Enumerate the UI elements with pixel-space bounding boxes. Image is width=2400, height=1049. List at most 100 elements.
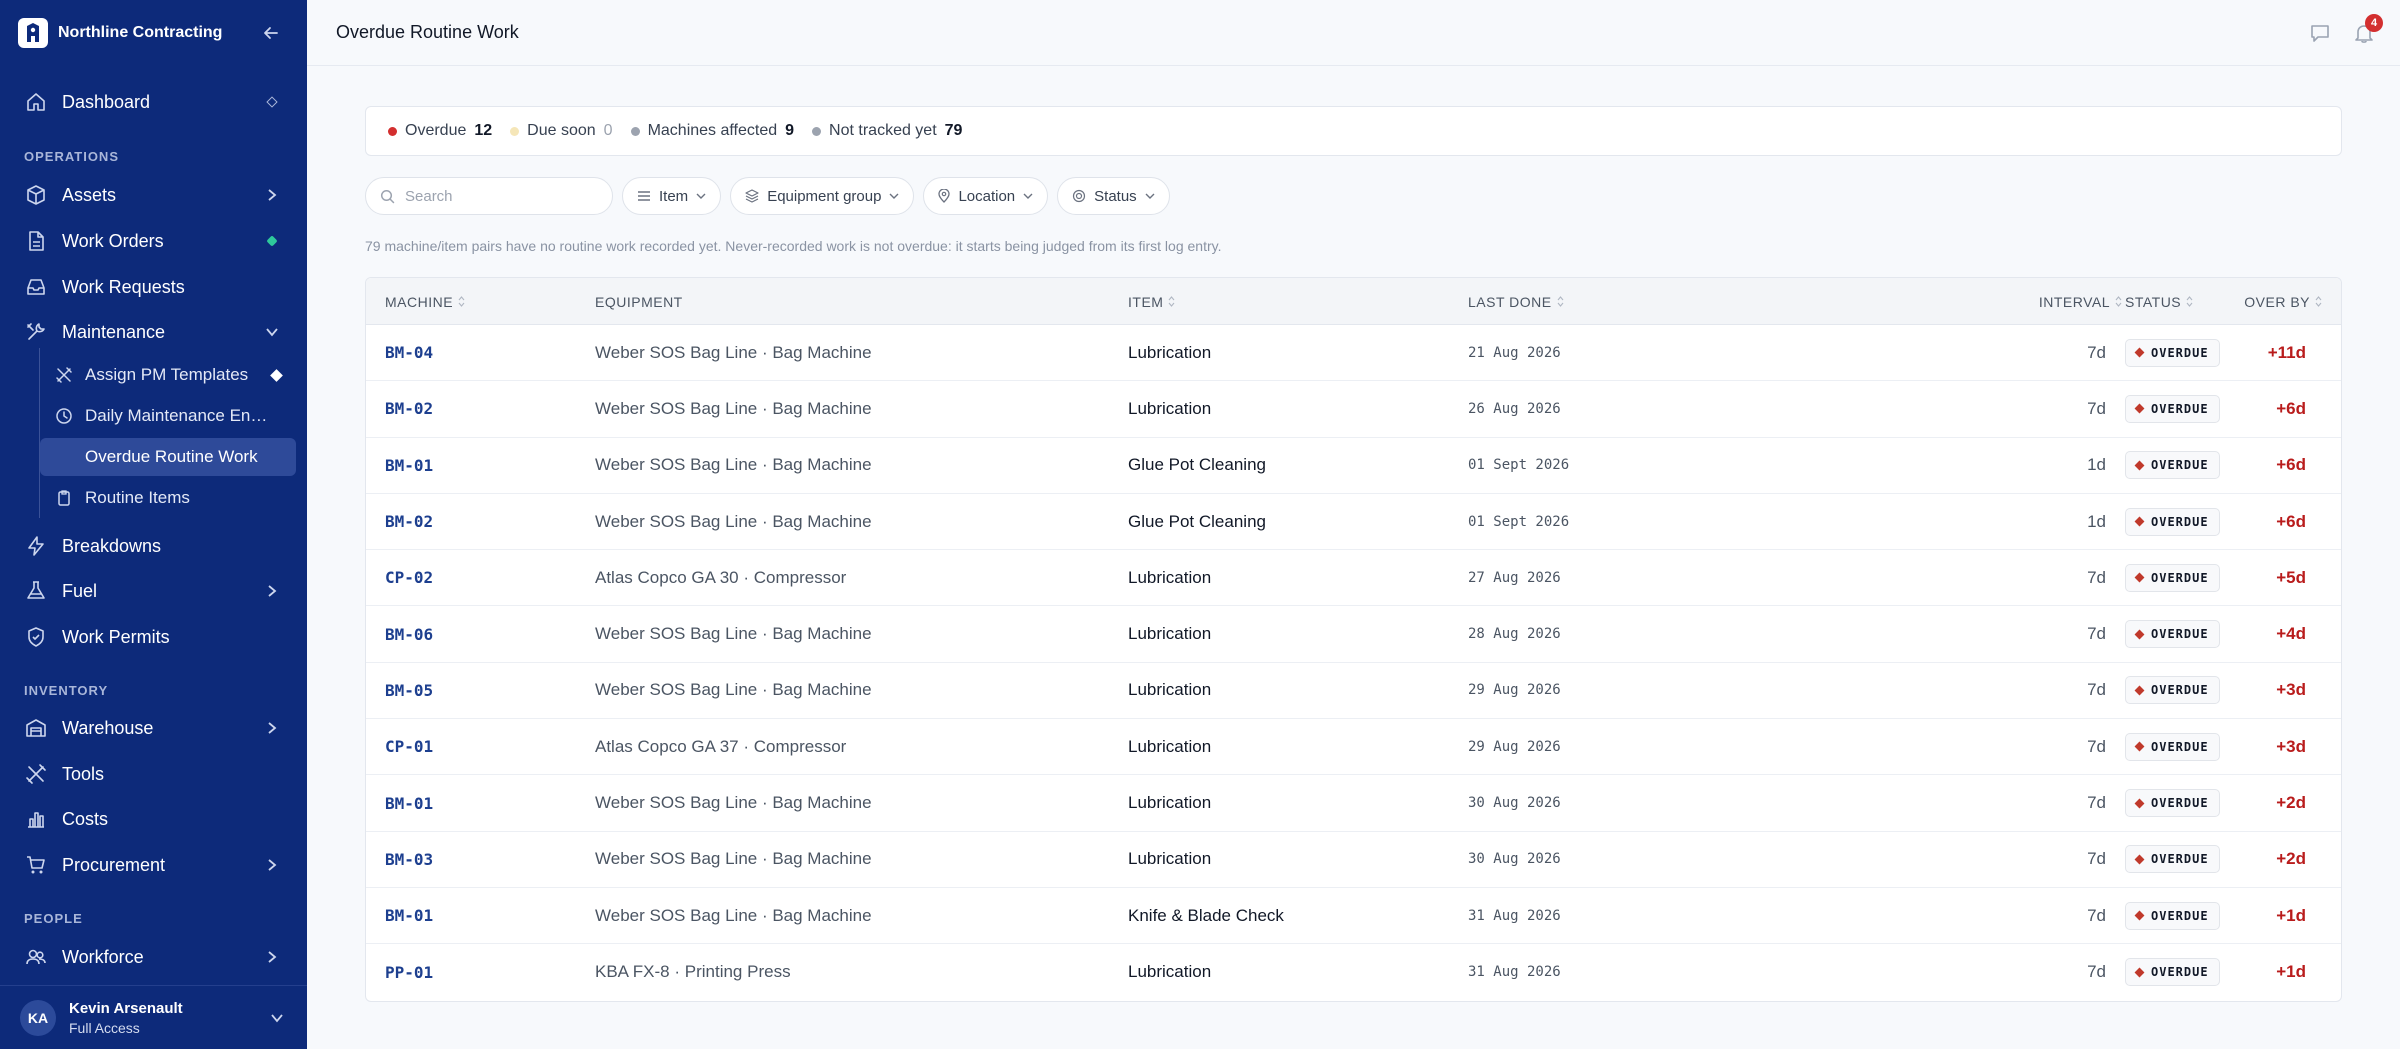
table-row[interactable]: BM-01 Weber SOS Bag Line · Bag Machine L… bbox=[366, 775, 2341, 832]
messages-button[interactable] bbox=[2307, 20, 2333, 46]
sidebar-subitem-daily-maintenance-entries[interactable]: Daily Maintenance Entries bbox=[40, 397, 296, 435]
sidebar-item-tools[interactable]: Tools bbox=[0, 754, 307, 794]
cell-machine[interactable]: CP-01 bbox=[385, 719, 433, 774]
sidebar-item-dashboard[interactable]: Dashboard bbox=[0, 82, 307, 122]
column-header-machine[interactable]: MACHINE bbox=[385, 278, 465, 325]
sidebar-item-fuel[interactable]: Fuel bbox=[0, 571, 307, 611]
table-row[interactable]: BM-05 Weber SOS Bag Line · Bag Machine L… bbox=[366, 663, 2341, 720]
sidebar-item-label: Costs bbox=[62, 808, 109, 829]
sidebar-subitem-assign-pm-templates[interactable]: Assign PM Templates bbox=[40, 356, 296, 394]
filter-item-dropdown[interactable]: Item bbox=[622, 177, 722, 215]
brand[interactable]: Northline Contracting bbox=[18, 16, 222, 50]
cell-item: Lubrication bbox=[1128, 624, 1212, 644]
cell-item: Lubrication bbox=[1128, 567, 1212, 587]
cell-status: OVERDUE bbox=[2125, 832, 2220, 887]
collapse-sidebar-button[interactable] bbox=[258, 20, 284, 46]
sidebar: Northline Contracting Dashboard OPERATIO… bbox=[0, 0, 307, 1049]
status-badge: OVERDUE bbox=[2125, 394, 2220, 423]
sidebar-item-work-permits[interactable]: Work Permits bbox=[0, 617, 307, 657]
cell-machine[interactable]: PP-01 bbox=[385, 944, 433, 1000]
column-header-last-done[interactable]: LAST DONE bbox=[1468, 278, 1564, 325]
sidebar-item-workforce[interactable]: Workforce bbox=[0, 937, 307, 977]
filter-label: Item bbox=[659, 187, 689, 205]
cube-icon bbox=[24, 183, 48, 207]
sidebar-item-label: Work Requests bbox=[62, 276, 185, 297]
summary-overdue: Overdue 12 bbox=[388, 122, 492, 140]
cell-interval: 7d bbox=[2087, 567, 2106, 587]
table-row[interactable]: BM-01 Weber SOS Bag Line · Bag Machine G… bbox=[366, 438, 2341, 494]
table-row[interactable]: CP-01 Atlas Copco GA 37 · Compressor Lub… bbox=[366, 719, 2341, 776]
filter-bar: Item Equipment group Location Status bbox=[365, 177, 1179, 215]
cell-machine[interactable]: BM-01 bbox=[385, 438, 433, 493]
cell-machine[interactable]: BM-04 bbox=[385, 325, 433, 380]
cell-machine[interactable]: BM-02 bbox=[385, 494, 433, 549]
cell-interval: 1d bbox=[2087, 511, 2106, 531]
filter-location-dropdown[interactable]: Location bbox=[923, 177, 1049, 215]
chevron-right-icon bbox=[262, 718, 282, 738]
summary-label: Machines affected bbox=[647, 122, 778, 139]
sidebar-item-breakdowns[interactable]: Breakdowns bbox=[0, 526, 307, 566]
sidebar-item-label: Work Orders bbox=[62, 230, 164, 251]
filter-equipment-group-dropdown[interactable]: Equipment group bbox=[730, 177, 915, 215]
diamond-indicator-icon bbox=[270, 368, 283, 382]
sidebar-item-assets[interactable]: Assets bbox=[0, 175, 307, 215]
cell-machine[interactable]: BM-01 bbox=[385, 888, 433, 943]
status-badge: OVERDUE bbox=[2125, 563, 2220, 592]
cell-machine[interactable]: CP-02 bbox=[385, 550, 433, 605]
sidebar-item-work-requests[interactable]: Work Requests bbox=[0, 267, 307, 307]
cell-machine[interactable]: BM-02 bbox=[385, 381, 433, 436]
search-box[interactable] bbox=[365, 177, 613, 215]
sidebar-subitem-routine-items[interactable]: Routine Items bbox=[40, 479, 296, 517]
cell-status: OVERDUE bbox=[2125, 494, 2220, 549]
cell-machine[interactable]: BM-05 bbox=[385, 663, 433, 718]
section-label-inventory: INVENTORY bbox=[24, 683, 109, 698]
status-dot-icon bbox=[630, 126, 640, 136]
chevron-right-icon bbox=[262, 185, 282, 205]
cell-status: OVERDUE bbox=[2125, 550, 2220, 605]
cell-last-done: 29 Aug 2026 bbox=[1468, 738, 1561, 755]
table-row[interactable]: BM-02 Weber SOS Bag Line · Bag Machine G… bbox=[366, 494, 2341, 551]
search-input[interactable] bbox=[405, 187, 595, 205]
sidebar-subitem-label: Routine Items bbox=[85, 488, 190, 507]
cell-status: OVERDUE bbox=[2125, 719, 2220, 774]
table-row[interactable]: CP-02 Atlas Copco GA 30 · Compressor Lub… bbox=[366, 550, 2341, 607]
table-row[interactable]: PP-01 KBA FX-8 · Printing Press Lubricat… bbox=[366, 944, 2341, 1000]
sidebar-item-maintenance[interactable]: Maintenance bbox=[0, 312, 307, 352]
sidebar-subitem-overdue-routine-work[interactable]: Overdue Routine Work bbox=[40, 438, 296, 476]
chevron-down-icon bbox=[262, 322, 282, 342]
column-header-status[interactable]: STATUS bbox=[2125, 278, 2193, 325]
table-row[interactable]: BM-04 Weber SOS Bag Line · Bag Machine L… bbox=[366, 325, 2341, 382]
cell-machine[interactable]: BM-06 bbox=[385, 606, 433, 661]
column-header-item[interactable]: ITEM bbox=[1128, 278, 1175, 325]
user-menu[interactable]: KA Kevin Arsenault Full Access bbox=[0, 985, 307, 1049]
summary-label: Overdue bbox=[405, 122, 467, 139]
sidebar-item-work-orders[interactable]: Work Orders bbox=[0, 221, 307, 261]
filter-status-dropdown[interactable]: Status bbox=[1057, 177, 1170, 215]
summary-due-soon: Due soon 0 bbox=[510, 122, 613, 140]
cell-status: OVERDUE bbox=[2125, 944, 2220, 1000]
cell-interval: 7d bbox=[2087, 736, 2106, 756]
cell-last-done: 29 Aug 2026 bbox=[1468, 682, 1561, 699]
sidebar-item-label: Maintenance bbox=[62, 321, 166, 342]
notifications-button[interactable]: 4 bbox=[2351, 14, 2383, 46]
cell-machine[interactable]: BM-03 bbox=[385, 832, 433, 887]
table-row[interactable]: BM-02 Weber SOS Bag Line · Bag Machine L… bbox=[366, 381, 2341, 438]
overdue-diamond-icon bbox=[2134, 798, 2145, 808]
status-badge: OVERDUE bbox=[2125, 338, 2220, 367]
warehouse-icon bbox=[24, 716, 48, 740]
cell-status: OVERDUE bbox=[2125, 663, 2220, 718]
table-header: MACHINE EQUIPMENT ITEM LAST DONE INTERVA… bbox=[366, 278, 2341, 325]
sidebar-item-warehouse[interactable]: Warehouse bbox=[0, 708, 307, 748]
table-row[interactable]: BM-03 Weber SOS Bag Line · Bag Machine L… bbox=[366, 832, 2341, 888]
cell-equipment: Weber SOS Bag Line · Bag Machine bbox=[595, 455, 872, 475]
table-row[interactable]: BM-01 Weber SOS Bag Line · Bag Machine K… bbox=[366, 888, 2341, 945]
table-row[interactable]: BM-06 Weber SOS Bag Line · Bag Machine L… bbox=[366, 606, 2341, 663]
overdue-diamond-icon bbox=[2134, 741, 2145, 752]
sidebar-item-costs[interactable]: Costs bbox=[0, 799, 307, 839]
cell-item: Lubrication bbox=[1128, 793, 1212, 813]
cell-machine[interactable]: BM-01 bbox=[385, 775, 433, 830]
sidebar-item-procurement[interactable]: Procurement bbox=[0, 845, 307, 885]
cell-interval: 7d bbox=[2087, 793, 2106, 813]
overdue-diamond-icon bbox=[2134, 516, 2145, 527]
sort-icon bbox=[458, 296, 465, 307]
